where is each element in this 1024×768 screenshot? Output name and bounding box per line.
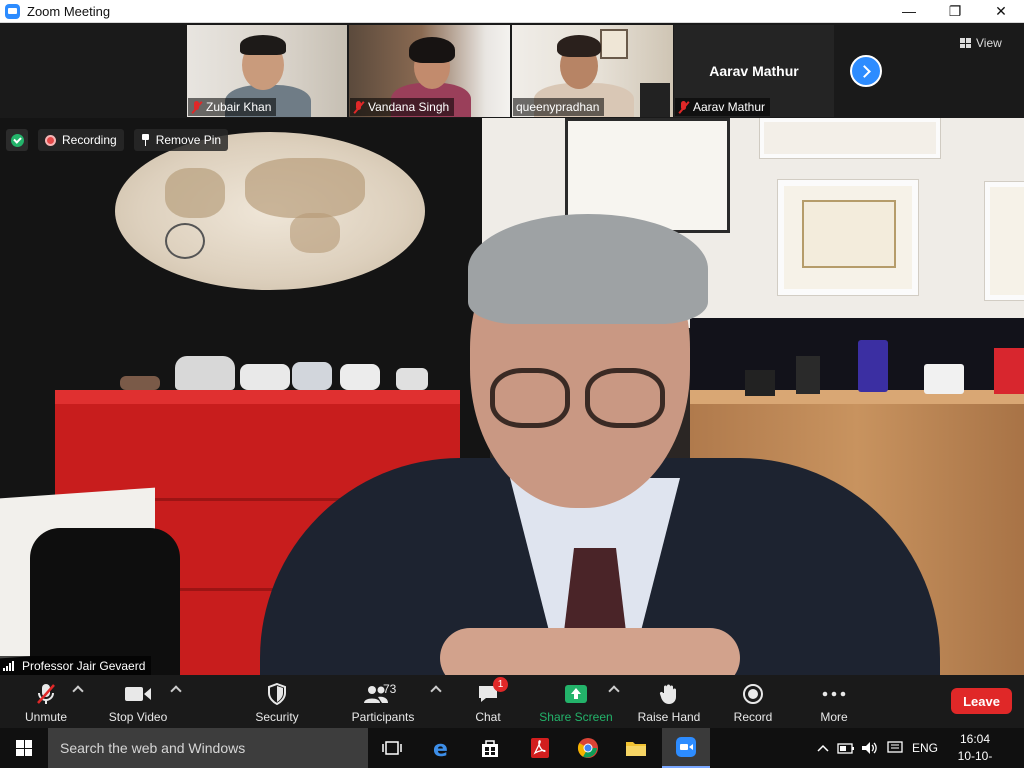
share-screen-arrow-icon (564, 682, 588, 706)
remove-pin-label: Remove Pin (155, 133, 222, 147)
clock-time: 16:04 (959, 732, 991, 746)
recording-dot-icon (45, 134, 56, 146)
battery-icon[interactable] (834, 742, 858, 754)
pdf-reader-icon[interactable] (516, 728, 564, 768)
maximize-button[interactable]: ❐ (932, 0, 978, 23)
muted-mic-icon (678, 100, 689, 114)
active-speaker-video (0, 118, 1024, 675)
meeting-toolbar: Unmute Stop Video Security 73 Participan… (0, 675, 1024, 728)
unmute-button[interactable]: Unmute (22, 675, 70, 728)
taskbar-search-box[interactable]: Search the web and Windows (48, 728, 368, 768)
active-speaker-name: Professor Jair Gevaerd (22, 658, 146, 673)
action-center-icon[interactable] (882, 741, 908, 755)
unmute-label: Unmute (24, 710, 68, 724)
file-explorer-icon[interactable] (612, 728, 660, 768)
participant-name: Zubair Khan (206, 100, 272, 114)
pin-icon (141, 134, 150, 146)
clock-date: 10-10-2021 (957, 749, 993, 768)
chat-bubble-icon: 1 (477, 677, 508, 706)
video-camera-icon (124, 682, 152, 706)
record-label: Record (733, 710, 773, 724)
windows-logo-icon (16, 740, 32, 756)
shield-icon (267, 682, 287, 706)
stop-video-button[interactable]: Stop Video (104, 675, 172, 728)
active-speaker-name-bar: Professor Jair Gevaerd (0, 656, 152, 675)
share-screen-label: Share Screen (539, 710, 613, 724)
participant-thumbnail[interactable]: Vandana Singh (349, 25, 510, 117)
encryption-shield-icon[interactable] (6, 129, 28, 151)
signal-strength-icon (3, 660, 17, 671)
chat-unread-badge: 1 (493, 677, 508, 692)
chat-label: Chat (475, 710, 501, 724)
grid-view-icon (960, 38, 971, 48)
recording-status[interactable]: Recording (38, 129, 124, 151)
participants-button[interactable]: 73 Participants (350, 675, 416, 728)
start-button[interactable] (0, 728, 48, 768)
raise-hand-label: Raise Hand (637, 710, 701, 724)
participant-thumbnail[interactable]: Zubair Khan (187, 25, 347, 117)
remove-pin-button[interactable]: Remove Pin (133, 129, 229, 151)
participants-options-chevron-icon[interactable] (430, 685, 442, 697)
svg-text:e: e (433, 737, 448, 759)
muted-mic-icon (191, 100, 202, 114)
participant-name-bar: queenypradhan (513, 98, 605, 116)
system-tray: ENG (812, 728, 942, 768)
zoom-taskbar-icon[interactable] (662, 728, 710, 768)
record-button[interactable]: Record (730, 675, 776, 728)
participants-count: 73 (383, 682, 397, 696)
participants-label: Participants (351, 710, 415, 724)
raise-hand-button[interactable]: Raise Hand (636, 675, 702, 728)
view-button[interactable]: View (960, 34, 1002, 52)
task-view-icon[interactable] (368, 728, 416, 768)
raise-hand-icon (659, 682, 679, 706)
participant-name: Vandana Singh (368, 100, 450, 114)
recording-label: Recording (62, 133, 117, 147)
participants-icon: 73 (358, 682, 408, 706)
window-title-bar: Zoom Meeting — ❐ ✕ (0, 0, 1024, 23)
participant-name-bar: Aarav Mathur (675, 98, 771, 116)
input-language[interactable]: ENG (908, 741, 942, 755)
chrome-browser-icon[interactable] (564, 728, 612, 768)
zoom-app-icon (5, 3, 20, 19)
participant-name-bar: Vandana Singh (350, 98, 455, 116)
taskbar-clock[interactable]: 16:04 10-10-2021 (945, 731, 1005, 768)
participant-name: Aarav Mathur (693, 100, 766, 114)
volume-icon[interactable] (858, 741, 882, 755)
video-options-chevron-icon[interactable] (170, 685, 182, 697)
share-screen-button[interactable]: Share Screen (538, 675, 614, 728)
chevron-right-icon (858, 64, 871, 78)
close-button[interactable]: ✕ (978, 0, 1024, 23)
window-title: Zoom Meeting (27, 3, 111, 19)
record-icon (742, 682, 764, 706)
participant-thumbnail[interactable]: queenypradhan (512, 25, 673, 117)
store-icon[interactable] (466, 728, 514, 768)
security-button[interactable]: Security (252, 675, 302, 728)
security-label: Security (255, 710, 299, 724)
more-label: More (820, 710, 848, 724)
more-button[interactable]: More (814, 675, 854, 728)
participant-name-bar: Zubair Khan (188, 98, 277, 116)
muted-microphone-icon (35, 682, 57, 706)
minimize-button[interactable]: — (886, 0, 932, 23)
show-hidden-icons-chevron-icon[interactable] (812, 744, 834, 752)
chat-button[interactable]: 1 Chat (468, 675, 508, 728)
participant-thumbnail-video-off[interactable]: Aarav Mathur Aarav Mathur (674, 25, 834, 117)
recording-indicator-bar: Recording Remove Pin (6, 124, 229, 156)
more-dots-icon (822, 682, 846, 706)
edge-browser-icon[interactable]: e (418, 728, 466, 768)
muted-mic-icon (353, 100, 364, 114)
stop-video-label: Stop Video (108, 710, 168, 724)
view-label: View (976, 36, 1002, 50)
participant-display-name: Aarav Mathur (709, 63, 799, 79)
next-page-button[interactable] (850, 55, 882, 87)
leave-button[interactable]: Leave (951, 688, 1012, 714)
audio-options-chevron-icon[interactable] (72, 685, 84, 697)
participant-name: queenypradhan (516, 100, 600, 114)
